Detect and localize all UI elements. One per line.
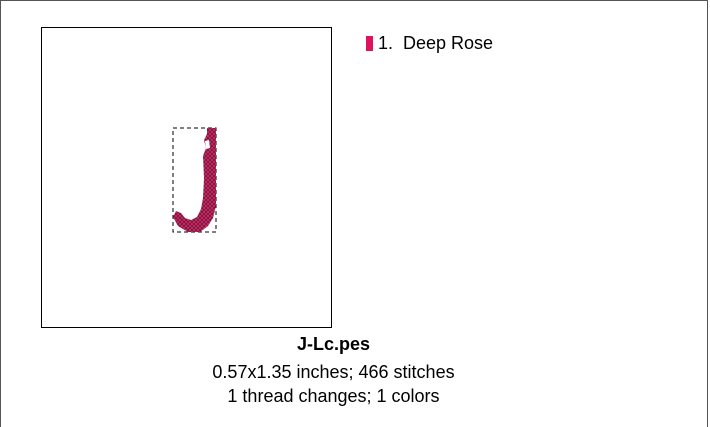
design-preview (41, 27, 332, 328)
thread-legend-item: 1. Deep Rose (366, 33, 493, 53)
thread-color-swatch (366, 35, 373, 51)
design-dimensions: 0.57x1.35 inches; 466 stitches (212, 362, 455, 382)
thread-summary: 1 thread changes; 1 colors (227, 386, 440, 406)
thread-index: 1. (378, 33, 394, 53)
file-name: J-Lc.pes (296, 334, 371, 354)
letter-j-stitches (173, 128, 216, 232)
thread-name: Deep Rose (403, 33, 494, 53)
embroidery-design (172, 127, 217, 233)
